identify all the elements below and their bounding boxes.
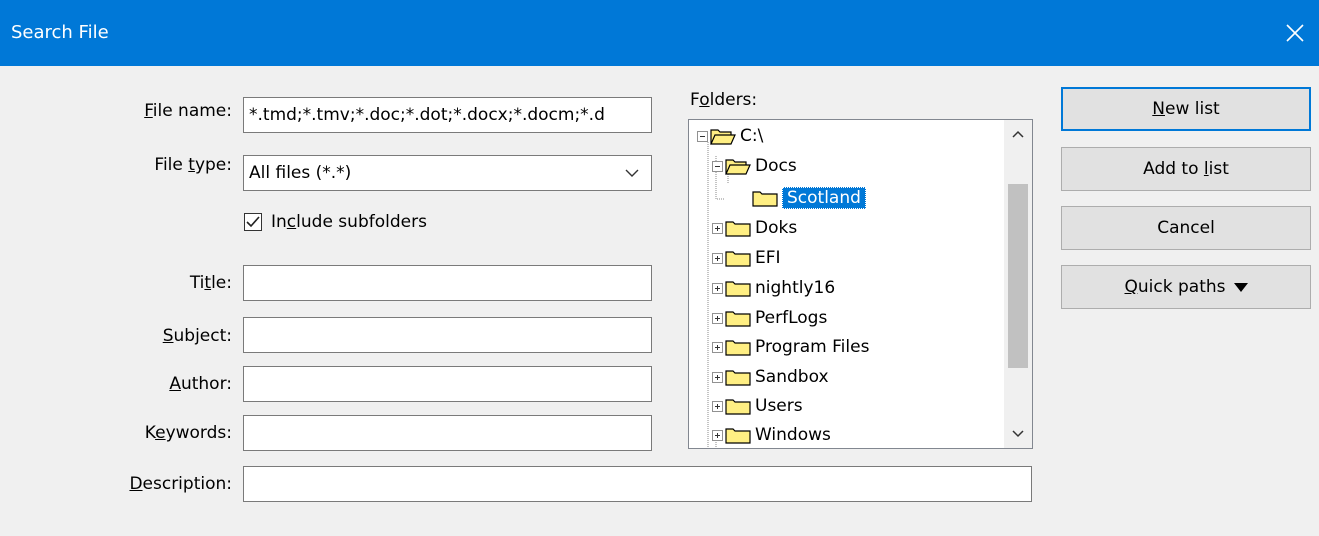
title-input[interactable] [243,265,652,301]
close-button[interactable] [1271,0,1319,66]
tree-item-users[interactable]: Users [712,392,803,420]
subject-label: Subject: [162,326,232,346]
tree-item-label: C:\ [740,126,764,146]
chevron-down-icon [625,169,639,177]
tree-item-label: Doks [755,218,798,238]
description-label: Description: [129,474,232,494]
button-label: Add to list [1143,159,1229,179]
include-subfolders-checkbox[interactable]: Include subfolders [244,212,427,232]
folder-icon [725,250,751,267]
file-name-input[interactable]: *.tmd;*.tmv;*.doc;*.dot;*.docx;*.docm;*.… [243,97,652,133]
file-type-value: All files (*.*) [249,163,352,183]
tree-item-windows[interactable]: Windows [712,421,831,448]
folder-icon [725,427,751,444]
tree-item-perflogs[interactable]: PerfLogs [712,304,827,332]
tree-item-label: Windows [755,425,831,445]
chevron-down-icon [1012,430,1024,438]
title-bar: Search File [0,0,1319,66]
description-input[interactable] [243,466,1032,502]
tree-item-label: Docs [755,156,797,176]
tree-item-label: PerfLogs [755,308,828,328]
tree-item-label: Scotland [782,187,866,209]
expand-toggle[interactable] [712,371,723,383]
keywords-input[interactable] [243,415,652,451]
tree-item-label: Program Files [755,337,870,357]
tree-scrollbar[interactable] [1004,120,1032,448]
collapse-toggle[interactable] [712,160,723,172]
folder-icon [725,310,751,327]
dropdown-arrow-icon [1233,282,1248,292]
tree-item-label: EFI [755,248,781,268]
expand-toggle[interactable] [712,282,723,294]
tree-item-c-drive[interactable]: C:\ [697,122,763,150]
expand-toggle[interactable] [712,341,723,353]
expand-toggle[interactable] [712,252,723,264]
button-label: Quick paths [1124,277,1226,297]
close-icon [1286,24,1304,42]
folders-label: Folders: [690,90,758,110]
tree-item-label: Users [755,396,803,416]
title-label: Title: [189,273,232,293]
new-list-button[interactable]: New list [1061,87,1311,131]
open-folder-icon [710,128,736,145]
tree-item-program-files[interactable]: Program Files [712,333,869,361]
folder-tree[interactable]: C:\ Docs Scotland Doks EFI nightly16 Per… [688,119,1033,449]
tree-item-scotland[interactable]: Scotland [752,184,866,212]
tree-item-label: nightly16 [755,278,836,298]
button-label: Cancel [1157,218,1215,238]
file-name-label: File name: [144,101,232,121]
expand-toggle[interactable] [712,222,723,234]
tree-item-doks[interactable]: Doks [712,214,797,242]
quick-paths-button[interactable]: Quick paths [1061,265,1311,309]
include-subfolders-label: Include subfolders [271,212,427,232]
collapse-toggle[interactable] [697,130,708,142]
scroll-thumb[interactable] [1008,184,1028,368]
add-to-list-button[interactable]: Add to list [1061,147,1311,191]
file-type-select[interactable]: All files (*.*) [243,155,652,191]
folder-icon [725,398,751,415]
author-label: Author: [169,374,232,394]
folder-icon [725,220,751,237]
expand-toggle[interactable] [712,312,723,324]
folder-icon [725,339,751,356]
expand-toggle[interactable] [712,400,723,412]
folder-icon [752,190,778,207]
open-folder-icon [725,158,751,175]
scroll-up-button[interactable] [1004,120,1032,148]
keywords-label: Keywords: [144,423,232,443]
tree-item-docs[interactable]: Docs [712,152,797,180]
tree-item-efi[interactable]: EFI [712,244,781,272]
checkmark-icon [246,216,260,228]
tree-item-sandbox[interactable]: Sandbox [712,363,829,391]
window-title: Search File [11,22,109,43]
author-input[interactable] [243,366,652,402]
scroll-down-button[interactable] [1004,420,1032,448]
tree-item-nightly16[interactable]: nightly16 [712,274,835,302]
folder-icon [725,369,751,386]
expand-toggle[interactable] [712,429,723,441]
subject-input[interactable] [243,317,652,353]
file-type-label: File type: [154,155,232,175]
chevron-up-icon [1012,130,1024,138]
tree-item-label: Sandbox [755,367,829,387]
button-label: New list [1152,99,1220,119]
cancel-button[interactable]: Cancel [1061,206,1311,250]
checkbox-box[interactable] [244,213,262,231]
folder-icon [725,280,751,297]
